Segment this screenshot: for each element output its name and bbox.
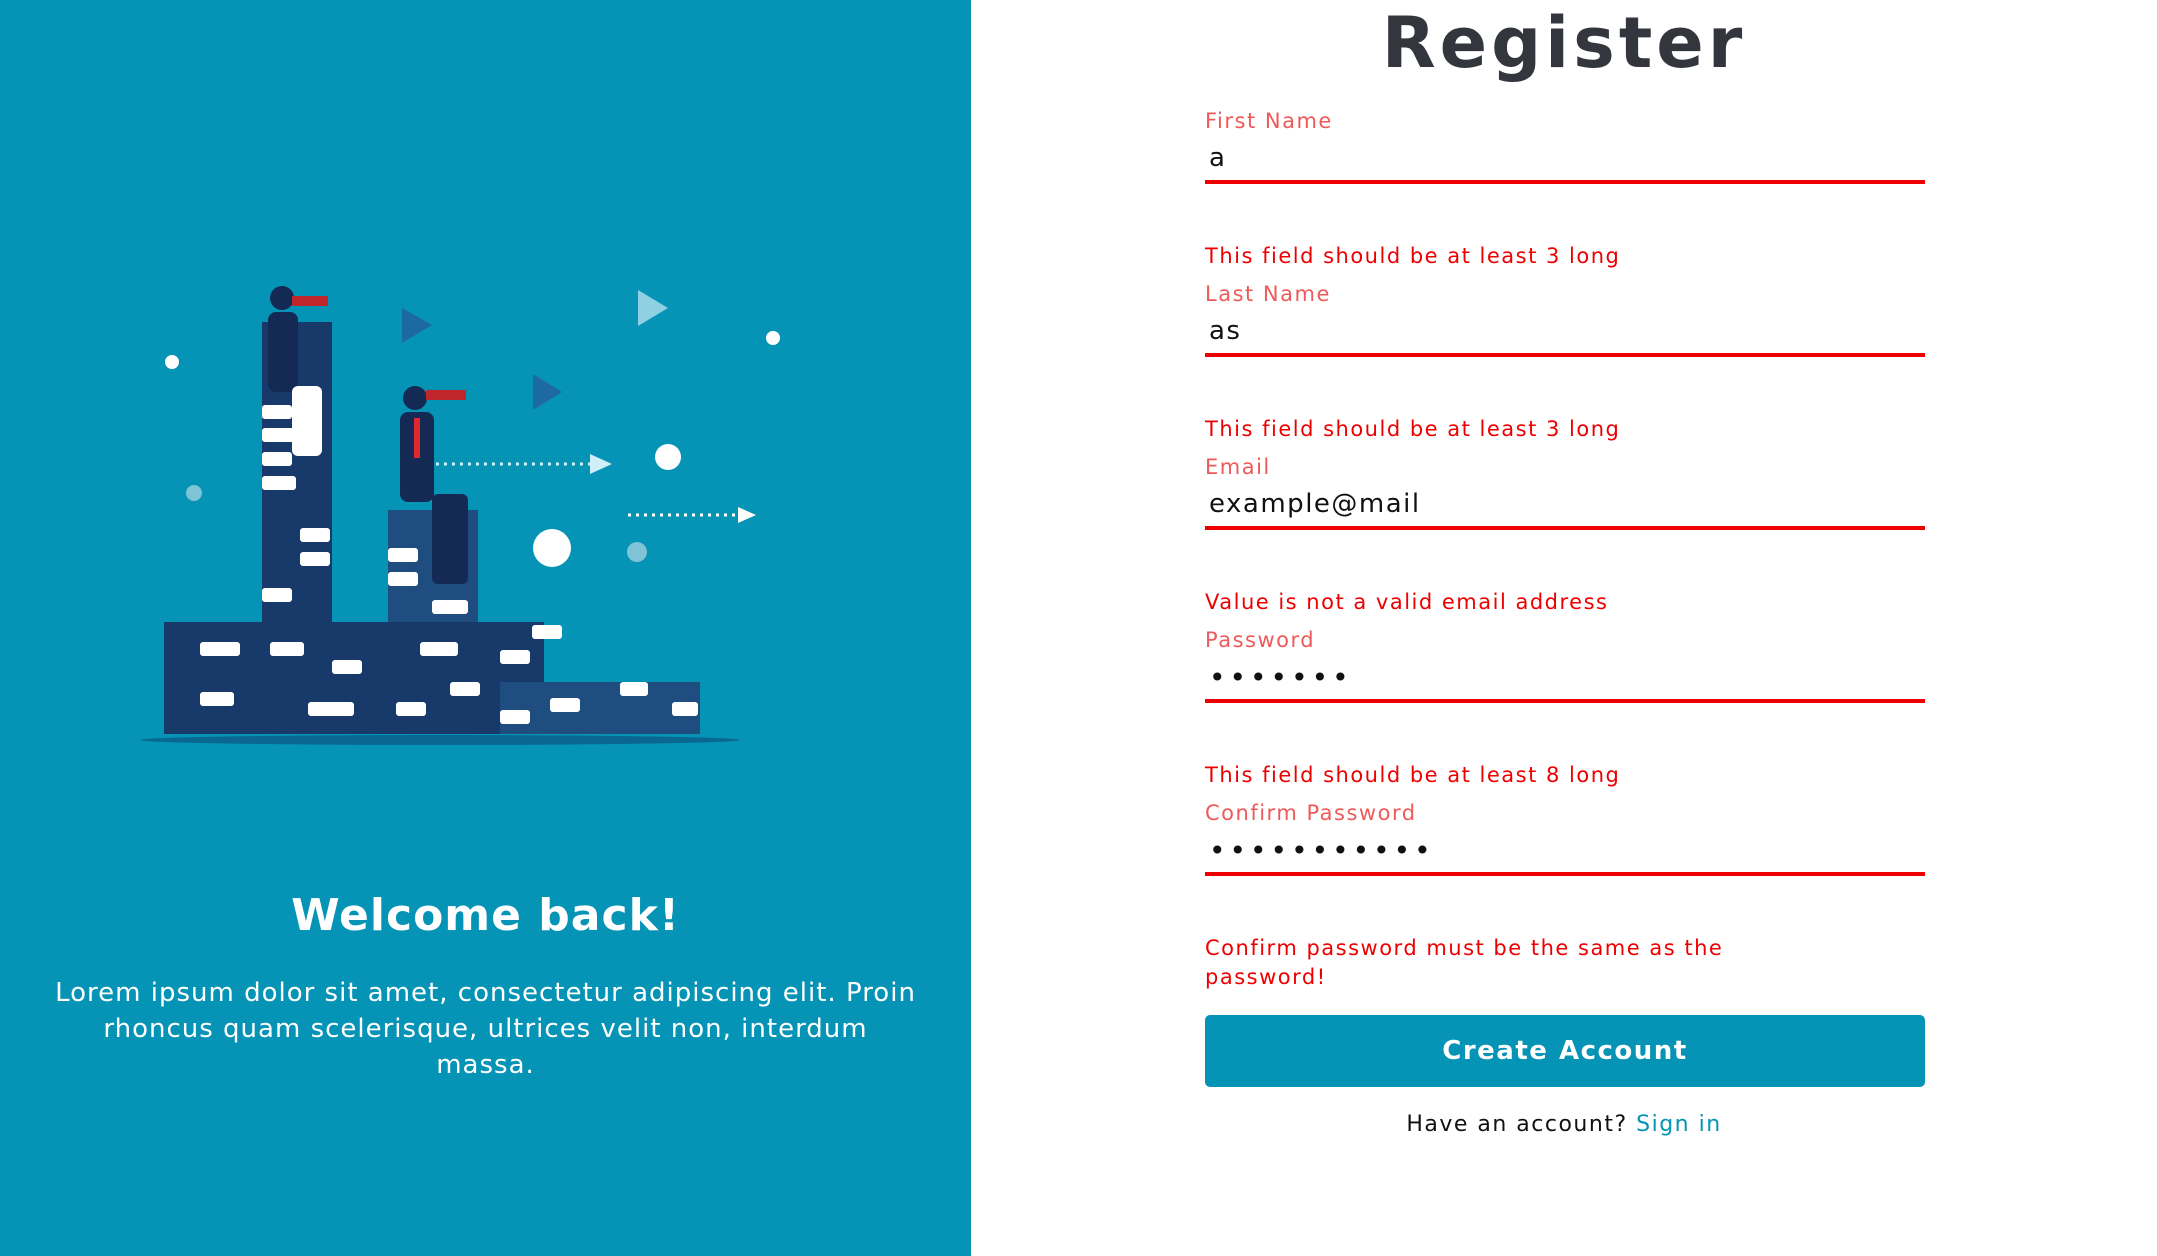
last-name-error: This field should be at least 3 long — [1205, 417, 1621, 441]
first-name-field: First Name This field should be at least… — [1205, 108, 1925, 271]
last-name-field: Last Name This field should be at least … — [1205, 281, 1925, 444]
email-input[interactable] — [1205, 482, 1925, 530]
email-label: Email — [1205, 455, 1271, 479]
welcome-title: Welcome back! — [291, 890, 680, 941]
email-error: Value is not a valid email address — [1205, 590, 1609, 614]
password-input[interactable] — [1205, 655, 1925, 703]
last-name-input[interactable] — [1205, 309, 1925, 357]
password-field: Password This field should be at least 8… — [1205, 627, 1925, 790]
password-label: Password — [1205, 628, 1316, 652]
confirm-password-field: Confirm Password Confirm password must b… — [1205, 800, 1925, 992]
confirm-password-label: Confirm Password — [1205, 801, 1417, 825]
first-name-input[interactable] — [1205, 136, 1925, 184]
email-field: Email Value is not a valid email address — [1205, 454, 1925, 617]
register-panel: Register First Name This field should be… — [971, 0, 2157, 1256]
password-error: This field should be at least 8 long — [1205, 763, 1621, 787]
confirm-password-error: Confirm password must be the same as the… — [1205, 936, 1724, 989]
first-name-error: This field should be at least 3 long — [1205, 244, 1621, 268]
signin-link[interactable]: Sign in — [1636, 1112, 1722, 1137]
business-people-on-books-illustration — [140, 286, 780, 745]
confirm-password-input[interactable] — [1205, 828, 1925, 876]
create-account-button[interactable]: Create Account — [1205, 1015, 1925, 1087]
signin-prompt: Have an account? — [1406, 1112, 1628, 1137]
last-name-label: Last Name — [1205, 282, 1331, 306]
welcome-description: Lorem ipsum dolor sit amet, consectetur … — [55, 978, 916, 1080]
signin-row: Have an account? Sign in — [971, 1112, 2157, 1137]
first-name-label: First Name — [1205, 109, 1333, 133]
page-title: Register — [1381, 2, 1747, 84]
welcome-panel: Welcome back! Lorem ipsum dolor sit amet… — [0, 0, 971, 1256]
